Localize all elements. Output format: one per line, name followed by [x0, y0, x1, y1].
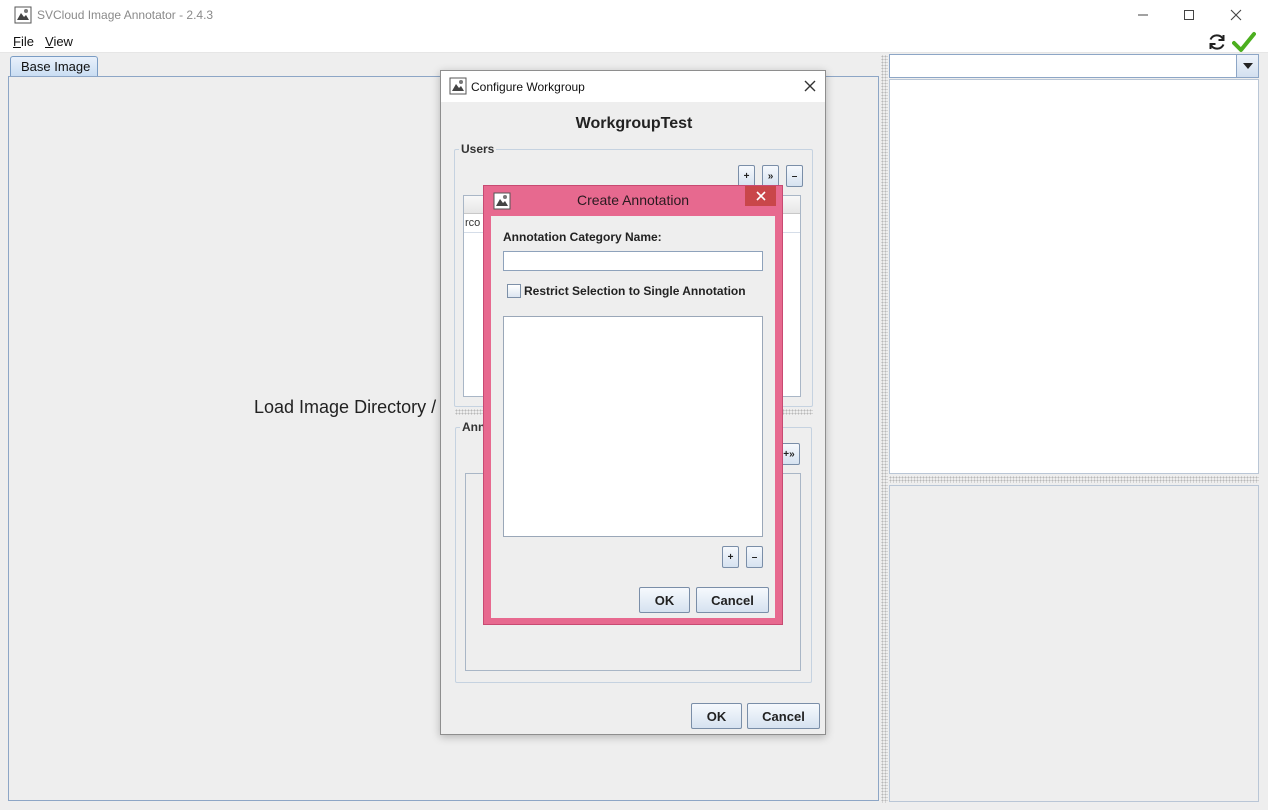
main-titlebar: SVCloud Image Annotator - 2.4.3: [0, 0, 1268, 30]
menu-file[interactable]: File: [13, 34, 34, 49]
users-group-label: Users: [459, 142, 497, 156]
tab-base-image[interactable]: Base Image: [10, 56, 98, 77]
category-name-input[interactable]: [503, 251, 763, 271]
window-title: SVCloud Image Annotator - 2.4.3: [37, 8, 214, 22]
configure-cancel-button[interactable]: Cancel: [747, 703, 820, 729]
remove-user-button[interactable]: –: [786, 165, 803, 187]
dialog-app-icon: [449, 77, 467, 95]
add-user-button[interactable]: +: [738, 165, 755, 187]
sync-icon[interactable]: [1206, 31, 1228, 53]
create-annotation-dialog: Create Annotation Annotation Category Na…: [483, 185, 783, 625]
maximize-icon: [1184, 10, 1194, 20]
create-ok-button[interactable]: OK: [639, 587, 690, 613]
close-icon[interactable]: [801, 77, 819, 95]
chevron-down-icon: [1242, 63, 1253, 69]
workgroup-name-heading: WorkgroupTest: [575, 115, 693, 132]
right-annotation-list[interactable]: [889, 79, 1259, 474]
app-icon: [14, 6, 32, 24]
close-button[interactable]: [1213, 0, 1259, 30]
menu-view[interactable]: View: [45, 34, 73, 49]
create-dialog-body: Annotation Category Name: Restrict Selec…: [491, 216, 775, 618]
menu-bar: File View: [0, 30, 1268, 53]
annotation-combo-box[interactable]: [889, 54, 1259, 78]
category-name-label: Annotation Category Name:: [503, 230, 662, 244]
vertical-split-divider[interactable]: [881, 55, 888, 803]
configure-dialog-title: Configure Workgroup: [471, 80, 585, 94]
maximize-button[interactable]: [1166, 0, 1212, 30]
right-bottom-panel: [889, 485, 1259, 802]
restrict-selection-checkbox[interactable]: [507, 284, 521, 298]
remove-value-button[interactable]: –: [746, 546, 763, 568]
create-cancel-button[interactable]: Cancel: [696, 587, 769, 613]
add-all-users-button[interactable]: »: [762, 165, 779, 187]
horizontal-split-divider[interactable]: [889, 476, 1259, 483]
restrict-selection-label[interactable]: Restrict Selection to Single Annotation: [524, 284, 746, 298]
configure-dialog-titlebar: Configure Workgroup: [441, 71, 825, 102]
configure-ok-button[interactable]: OK: [691, 703, 742, 729]
add-value-button[interactable]: +: [722, 546, 739, 568]
load-image-placeholder: Load Image Directory / C: [254, 397, 455, 417]
minimize-icon: [1138, 14, 1148, 16]
close-icon: [755, 191, 766, 201]
combo-arrow-button[interactable]: [1236, 55, 1258, 77]
close-icon: [1230, 9, 1242, 21]
minimize-button[interactable]: [1120, 0, 1166, 30]
annotation-values-list[interactable]: [503, 316, 763, 537]
create-dialog-close-button[interactable]: [745, 186, 776, 206]
create-dialog-title: Create Annotation: [576, 192, 690, 208]
checkmark-icon[interactable]: [1232, 31, 1256, 53]
